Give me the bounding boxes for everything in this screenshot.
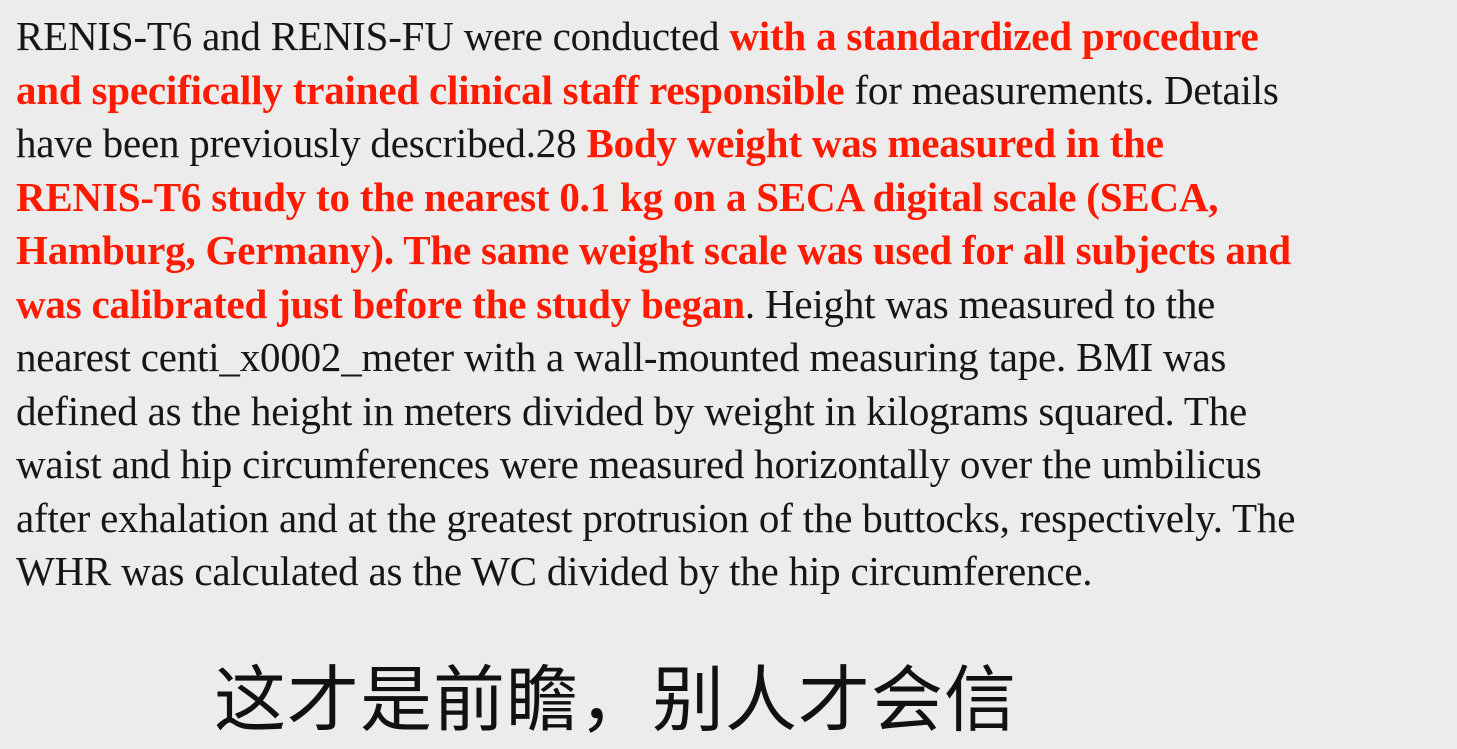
plain-text-segment: nearest centi_x0002_meter with a wall-mo… <box>16 334 1227 380</box>
plain-text-segment: . Height was measured to the <box>744 280 1216 327</box>
plain-text-segment: have been previously described.28 <box>16 120 587 166</box>
highlighted-text-segment: was calibrated just before the study beg… <box>16 280 745 327</box>
plain-text-segment: after exhalation and at the greatest pro… <box>16 494 1296 541</box>
video-subtitle: 这才是前瞻，别人才会信 <box>214 658 1018 742</box>
passage-line-3: have been previously described.28 Body w… <box>16 117 1446 171</box>
passage-line-5: Hamburg, Germany). The same weight scale… <box>16 224 1446 278</box>
passage-line-2: and specifically trained clinical staff … <box>16 64 1446 118</box>
highlighted-text-segment: and specifically trained clinical staff … <box>16 66 845 113</box>
passage-line-9: waist and hip circumferences were measur… <box>16 438 1446 492</box>
plain-text-segment: for measurements. Details <box>844 66 1279 113</box>
passage-line-4: RENIS-T6 study to the nearest 0.1 kg on … <box>16 171 1446 225</box>
passage-line-11: WHR was calculated as the WC divided by … <box>16 545 1446 599</box>
plain-text-segment: waist and hip circumferences were measur… <box>16 441 1262 487</box>
highlighted-text-segment: RENIS-T6 study to the nearest 0.1 kg on … <box>16 173 1219 220</box>
highlighted-text-segment: with a standardized procedure <box>729 13 1259 59</box>
passage-line-8: defined as the height in meters divided … <box>16 385 1446 439</box>
passage-line-6: was calibrated just before the study beg… <box>16 278 1446 332</box>
plain-text-segment: defined as the height in meters divided … <box>16 387 1248 434</box>
passage-line-7: nearest centi_x0002_meter with a wall-mo… <box>16 331 1446 385</box>
plain-text-segment: RENIS-T6 and RENIS-FU were conducted <box>16 13 730 59</box>
highlighted-text-segment: Body weight was measured in the <box>586 120 1164 166</box>
highlighted-text-segment: Hamburg, Germany). The same weight scale… <box>16 227 1291 273</box>
passage-line-10: after exhalation and at the greatest pro… <box>16 492 1446 546</box>
plain-text-segment: WHR was calculated as the WC divided by … <box>16 548 1093 594</box>
passage-line-1: RENIS-T6 and RENIS-FU were conducted wit… <box>16 10 1446 64</box>
document-passage: RENIS-T6 and RENIS-FU were conducted wit… <box>16 10 1446 599</box>
